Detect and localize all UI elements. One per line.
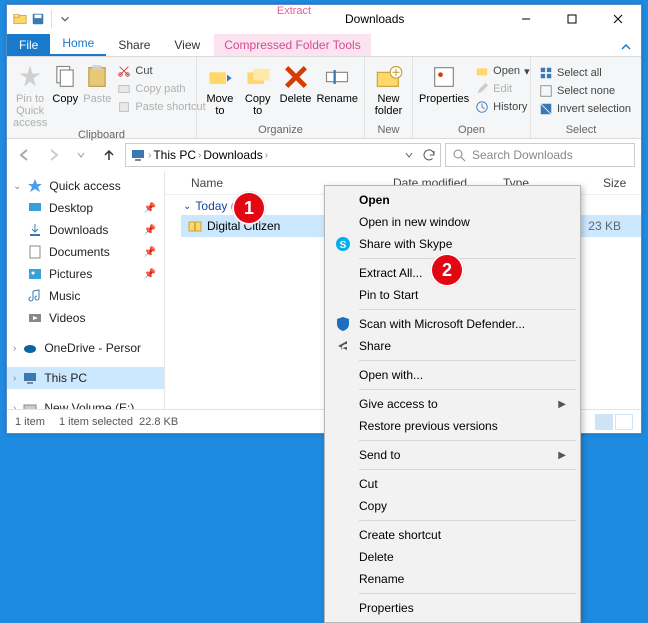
copy-to-button[interactable]: Copy to bbox=[241, 59, 275, 117]
search-icon bbox=[452, 148, 466, 162]
select-all-button[interactable]: Select all bbox=[537, 65, 633, 81]
open-button[interactable]: Open ▾ bbox=[473, 63, 531, 79]
large-icons-view-button[interactable] bbox=[615, 414, 633, 430]
ribbon-tabs: File Home Share View Compressed Folder T… bbox=[7, 33, 641, 57]
ctx-copy[interactable]: Copy bbox=[327, 495, 578, 517]
sidebar-item-music[interactable]: Music bbox=[7, 285, 164, 307]
ctx-give-access[interactable]: Give access to▶ bbox=[327, 393, 578, 415]
close-button[interactable] bbox=[595, 5, 641, 33]
share-icon bbox=[335, 338, 351, 354]
rename-button[interactable]: Rename bbox=[316, 59, 358, 105]
move-to-button[interactable]: Move to bbox=[203, 59, 237, 117]
maximize-button[interactable] bbox=[549, 5, 595, 33]
search-input[interactable]: Search Downloads bbox=[445, 143, 635, 167]
breadcrumb-item[interactable]: Downloads bbox=[203, 148, 262, 162]
col-size[interactable]: Size bbox=[595, 176, 641, 190]
recent-locations-button[interactable] bbox=[69, 143, 93, 167]
sidebar-this-pc[interactable]: ›This PC bbox=[7, 367, 164, 389]
edit-button[interactable]: Edit bbox=[473, 81, 531, 97]
window-title: Downloads bbox=[345, 12, 404, 26]
tab-view[interactable]: View bbox=[162, 34, 212, 56]
group-select-label: Select bbox=[537, 124, 625, 138]
callout-badge-1: 1 bbox=[232, 191, 266, 225]
select-none-button[interactable]: Select none bbox=[537, 83, 633, 99]
group-organize-label: Organize bbox=[203, 124, 358, 138]
ctx-open-with[interactable]: Open with... bbox=[327, 364, 578, 386]
titlebar: Extract Downloads bbox=[7, 5, 641, 33]
sidebar-new-volume[interactable]: ›New Volume (E:) bbox=[7, 397, 164, 409]
status-selected: 1 item selected 22.8 KB bbox=[59, 416, 178, 428]
copy-path-button[interactable]: Copy path bbox=[115, 81, 207, 97]
svg-text:S: S bbox=[340, 240, 347, 251]
ctx-rename[interactable]: Rename bbox=[327, 568, 578, 590]
sidebar-item-documents[interactable]: Documents📌 bbox=[7, 241, 164, 263]
sidebar-item-pictures[interactable]: Pictures📌 bbox=[7, 263, 164, 285]
navigation-pane: ⌄Quick access Desktop📌 Downloads📌 Docume… bbox=[7, 171, 165, 409]
ctx-share-skype[interactable]: SShare with Skype bbox=[327, 233, 578, 255]
address-dropdown-button[interactable] bbox=[404, 150, 414, 160]
folder-icon bbox=[13, 12, 27, 26]
ctx-create-shortcut[interactable]: Create shortcut bbox=[327, 524, 578, 546]
ctx-scan-defender[interactable]: Scan with Microsoft Defender... bbox=[327, 313, 578, 335]
ctx-send-to[interactable]: Send to▶ bbox=[327, 444, 578, 466]
save-icon[interactable] bbox=[31, 12, 45, 26]
group-open-label: Open bbox=[419, 124, 524, 138]
up-button[interactable] bbox=[97, 143, 121, 167]
ctx-properties[interactable]: Properties bbox=[327, 597, 578, 619]
paste-button[interactable]: Paste bbox=[83, 59, 111, 105]
pc-icon bbox=[130, 147, 146, 163]
ctx-open-new-window[interactable]: Open in new window bbox=[327, 211, 578, 233]
status-item-count: 1 item bbox=[15, 416, 45, 428]
details-view-button[interactable] bbox=[595, 414, 613, 430]
ctx-pin-to-start[interactable]: Pin to Start bbox=[327, 284, 578, 306]
properties-button[interactable]: Properties bbox=[419, 59, 469, 105]
shield-icon bbox=[335, 316, 351, 332]
skype-icon: S bbox=[335, 236, 351, 252]
refresh-button[interactable] bbox=[422, 148, 436, 162]
address-bar-row: › This PC › Downloads › Search Downloads bbox=[7, 139, 641, 171]
minimize-button[interactable] bbox=[503, 5, 549, 33]
context-menu: Open Open in new window SShare with Skyp… bbox=[324, 185, 581, 623]
tab-home[interactable]: Home bbox=[50, 32, 106, 56]
breadcrumb[interactable]: › This PC › Downloads › bbox=[125, 143, 441, 167]
group-new-label: New bbox=[371, 124, 406, 138]
tab-compressed-tools[interactable]: Compressed Folder Tools bbox=[214, 34, 371, 56]
zip-icon bbox=[187, 218, 203, 234]
ribbon: Pin to Quick access Copy Paste Cut Copy … bbox=[7, 57, 641, 139]
forward-button[interactable] bbox=[41, 143, 65, 167]
back-button[interactable] bbox=[13, 143, 37, 167]
sidebar-onedrive[interactable]: ›OneDrive - Persor bbox=[7, 337, 164, 359]
tab-share[interactable]: Share bbox=[106, 34, 162, 56]
cut-button[interactable]: Cut bbox=[115, 63, 207, 79]
sidebar-item-desktop[interactable]: Desktop📌 bbox=[7, 197, 164, 219]
ctx-restore-versions[interactable]: Restore previous versions bbox=[327, 415, 578, 437]
ctx-cut[interactable]: Cut bbox=[327, 473, 578, 495]
breadcrumb-item[interactable]: This PC bbox=[153, 148, 196, 162]
sidebar-item-videos[interactable]: Videos bbox=[7, 307, 164, 329]
tab-file[interactable]: File bbox=[7, 34, 50, 56]
qat-divider bbox=[51, 10, 52, 28]
ctx-delete[interactable]: Delete bbox=[327, 546, 578, 568]
pin-quick-access-button[interactable]: Pin to Quick access bbox=[13, 59, 47, 129]
down-chevron-icon[interactable] bbox=[58, 12, 72, 26]
sidebar-item-downloads[interactable]: Downloads📌 bbox=[7, 219, 164, 241]
ctx-share[interactable]: Share bbox=[327, 335, 578, 357]
delete-button[interactable]: Delete bbox=[279, 59, 313, 105]
invert-selection-button[interactable]: Invert selection bbox=[537, 101, 633, 117]
contextual-tab-header: Extract bbox=[229, 5, 359, 17]
sidebar-quick-access[interactable]: ⌄Quick access bbox=[7, 175, 164, 197]
callout-badge-2: 2 bbox=[430, 253, 464, 287]
new-folder-button[interactable]: New folder bbox=[371, 59, 406, 117]
ctx-open[interactable]: Open bbox=[327, 189, 578, 211]
paste-shortcut-button[interactable]: Paste shortcut bbox=[115, 99, 207, 115]
copy-button[interactable]: Copy bbox=[51, 59, 79, 105]
ribbon-collapse-button[interactable] bbox=[611, 38, 641, 56]
history-button[interactable]: History bbox=[473, 99, 531, 115]
